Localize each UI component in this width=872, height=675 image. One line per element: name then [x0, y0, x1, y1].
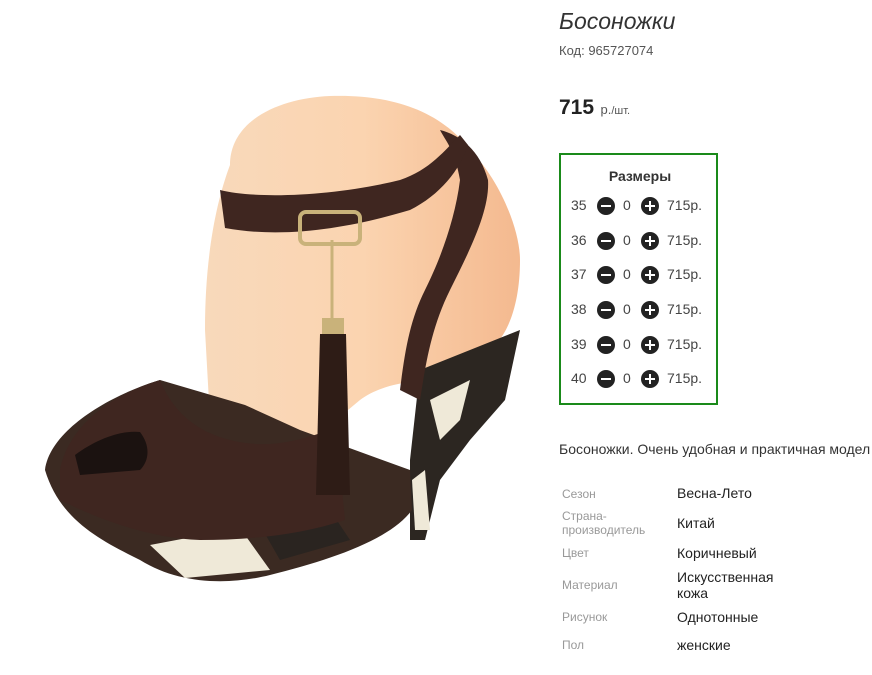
attr-label: Пол	[562, 638, 585, 652]
attr-value: Весна-Лето	[677, 485, 752, 501]
price-currency: р.	[600, 102, 612, 117]
price-value: 715	[559, 96, 595, 119]
product-title: Босоножки	[559, 8, 676, 34]
product-photo	[45, 95, 520, 582]
size-row: 36 0 715р.	[561, 231, 719, 251]
product-code: Код: 965727074	[559, 43, 654, 58]
size-price: 715р.	[667, 336, 703, 352]
plus-icon[interactable]	[641, 266, 659, 284]
size-price: 715р.	[667, 232, 703, 248]
minus-icon[interactable]	[597, 370, 615, 388]
size-price: 715р.	[667, 301, 703, 317]
attr-value: Искусственная кожа	[677, 569, 774, 601]
sizes-box: Размеры 35 0 715р. 36 0 715р. 37 0 715р.…	[559, 153, 718, 405]
size-label: 35	[571, 197, 587, 213]
attr-value: женские	[677, 637, 731, 653]
price-per-unit: /шт.	[611, 105, 631, 117]
minus-icon[interactable]	[597, 197, 615, 215]
size-row: 39 0 715р.	[561, 335, 719, 355]
size-row: 38 0 715р.	[561, 300, 719, 320]
size-label: 38	[571, 301, 587, 317]
quantity-value: 0	[623, 197, 631, 213]
quantity-value: 0	[623, 266, 631, 282]
size-label: 37	[571, 266, 587, 282]
quantity-value: 0	[623, 232, 631, 248]
sizes-title: Размеры	[608, 168, 672, 184]
size-price: 715р.	[667, 197, 703, 213]
minus-icon[interactable]	[597, 336, 615, 354]
plus-icon[interactable]	[641, 301, 659, 319]
attr-label: Страна-производитель	[562, 509, 646, 537]
size-label: 39	[571, 336, 587, 352]
size-row: 35 0 715р.	[561, 196, 719, 216]
product-price: 715 р./шт.	[559, 96, 630, 120]
quantity-value: 0	[623, 301, 631, 317]
attr-label: Материал	[562, 578, 618, 592]
minus-icon[interactable]	[597, 232, 615, 250]
attr-label: Рисунок	[562, 610, 608, 624]
size-label: 40	[571, 370, 587, 386]
minus-icon[interactable]	[597, 301, 615, 319]
size-price: 715р.	[667, 266, 703, 282]
price-unit: р./шт.	[601, 102, 631, 117]
plus-icon[interactable]	[641, 197, 659, 215]
attr-label: Сезон	[562, 487, 596, 501]
quantity-value: 0	[623, 336, 631, 352]
quantity-value: 0	[623, 370, 631, 386]
product-description: Босоножки. Очень удобная и практичная мо…	[559, 441, 871, 457]
attr-value: Коричневый	[677, 545, 757, 561]
attr-value: Китай	[677, 515, 715, 531]
size-row: 37 0 715р.	[561, 265, 719, 285]
plus-icon[interactable]	[641, 370, 659, 388]
minus-icon[interactable]	[597, 266, 615, 284]
attr-label: Цвет	[562, 546, 589, 560]
plus-icon[interactable]	[641, 232, 659, 250]
size-row: 40 0 715р.	[561, 369, 719, 389]
size-price: 715р.	[667, 370, 703, 386]
plus-icon[interactable]	[641, 336, 659, 354]
attr-value: Однотонные	[677, 609, 759, 625]
size-label: 36	[571, 232, 587, 248]
